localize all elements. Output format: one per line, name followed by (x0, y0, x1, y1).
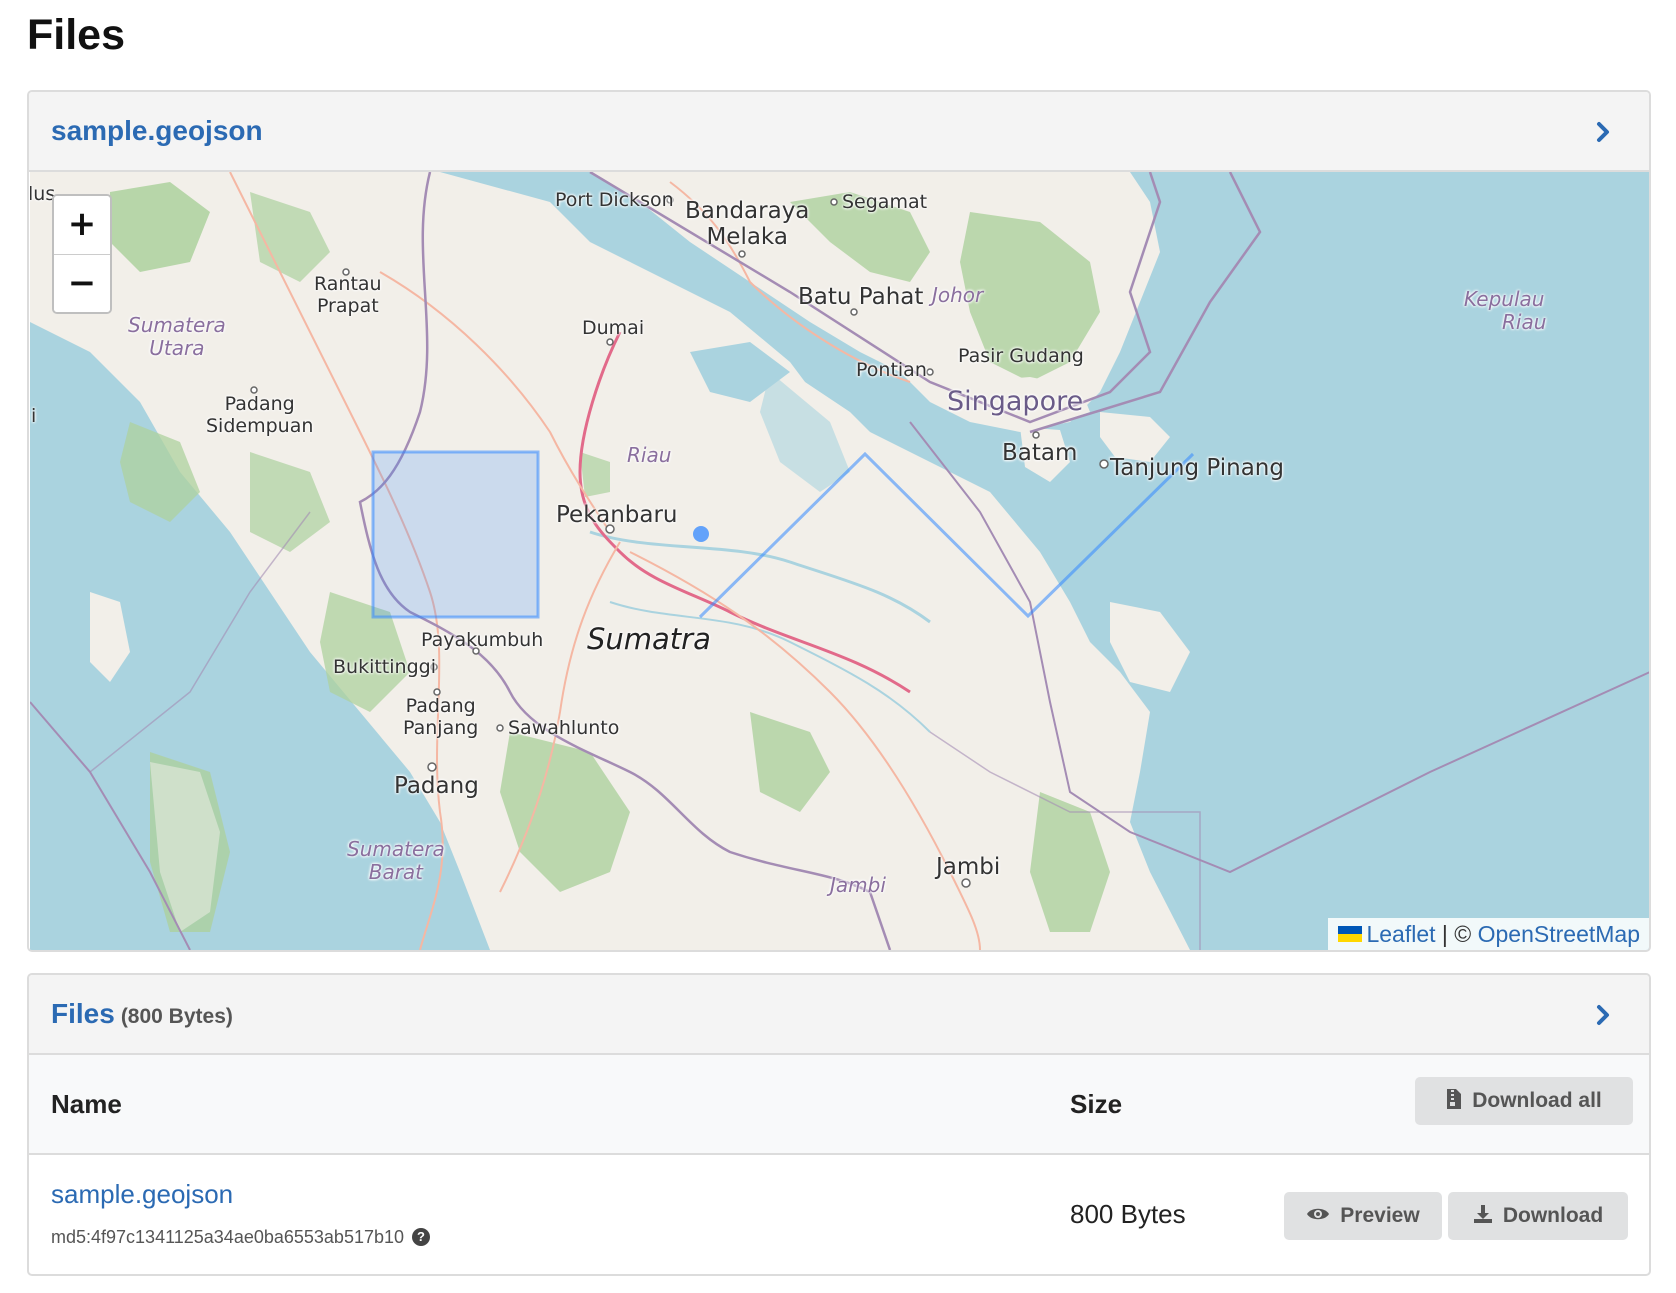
map-label-sumatera-barat: Sumatera Barat (347, 838, 445, 884)
zoom-control: + − (52, 194, 112, 314)
page-title: Files (27, 11, 125, 59)
files-panel-title[interactable]: Files (800 Bytes) (51, 997, 233, 1034)
map-label-padang-sid-2: Sidempuan (206, 414, 314, 437)
question-circle-icon[interactable]: ? (412, 1227, 431, 1246)
map-label-padang-panjang-2: Panjang (403, 716, 479, 739)
attribution-copyright: © (1454, 921, 1472, 947)
column-name: Name (51, 1089, 122, 1119)
map-label-pasir-gudang: Pasir Gudang (958, 345, 1084, 367)
download-all-button[interactable]: Download all (1415, 1077, 1633, 1125)
preview-button[interactable]: Preview (1284, 1192, 1442, 1240)
leaflet-link[interactable]: Leaflet (1366, 921, 1435, 947)
map-label-sumatra: Sumatra (587, 622, 711, 656)
map-label-segamat: Segamat (842, 191, 928, 213)
download-label: Download (1502, 1204, 1604, 1227)
map-label-jambi-region: Jambi (830, 873, 886, 897)
map-label-melaka: Melaka (706, 224, 788, 251)
file-archive-icon (1447, 1089, 1462, 1110)
map-label-padang-sidempuan: Padang Sidempuan (206, 393, 314, 438)
map-label-rantau: Rantau (314, 273, 382, 295)
files-panel: Files (800 Bytes) Name Size Download all … (27, 973, 1651, 1276)
map-label-batu-pahat: Batu Pahat (798, 284, 924, 310)
map[interactable]: lus i Port Dickson Bandaraya Melaka Sega… (30, 172, 1649, 950)
map-label-bandaraya: Bandaraya (685, 198, 810, 224)
map-label-padang: Padang (394, 773, 479, 799)
file-name-link[interactable]: sample.geojson (51, 1179, 233, 1210)
map-label-riau: Riau (627, 443, 672, 467)
map-label-sumatera-utara-1: Sumatera (128, 313, 226, 337)
map-label-prapat: Prapat (316, 294, 379, 317)
map-label-bukittinggi: Bukittinggi (333, 656, 436, 678)
map-label-tanjung-pinang: Tanjung Pinang (1110, 455, 1284, 481)
map-label-sawahlunto: Sawahlunto (508, 717, 620, 739)
map-label-johor: Johor (932, 283, 984, 307)
map-label-sumatera-barat-1: Sumatera (347, 837, 445, 861)
map-attribution: Leaflet | © OpenStreetMap (1328, 918, 1649, 950)
file-size: 800 Bytes (1070, 1199, 1186, 1229)
map-label-sumatera-utara: Sumatera Utara (128, 314, 226, 360)
download-all-label: Download all (1472, 1089, 1602, 1112)
download-icon (1473, 1205, 1492, 1224)
chevron-right-icon[interactable] (1591, 118, 1615, 146)
checksum-value: md5:4f97c1341125a34ae0ba6553ab517b10 (51, 1227, 405, 1247)
files-total-size: (800 Bytes) (120, 1005, 233, 1028)
files-title: Files (51, 998, 115, 1029)
attribution-separator: | (1441, 921, 1448, 947)
map-label-riau-kep: Riau (1502, 310, 1547, 334)
preview-label: Preview (1340, 1204, 1420, 1227)
preview-file-title[interactable]: sample.geojson (51, 114, 263, 148)
files-table-header: Name Size Download all (29, 1055, 1649, 1155)
column-size: Size (1070, 1089, 1123, 1119)
map-label-kepulauan-riau: Kepulau Riau (1462, 288, 1546, 334)
map-label-bandaraya-melaka: Bandaraya Melaka (685, 198, 809, 251)
map-label-sumatera-barat-2: Barat (368, 860, 424, 884)
zoom-in-button[interactable]: + (54, 196, 110, 254)
map-label-padang-panjang-1: Padang (405, 695, 476, 717)
ukraine-flag-icon (1338, 926, 1363, 943)
map-label-jambi: Jambi (936, 854, 1001, 880)
preview-panel-header[interactable]: sample.geojson (29, 92, 1649, 172)
chevron-right-icon[interactable] (1591, 1001, 1615, 1029)
map-label-batam: Batam (1002, 440, 1078, 466)
map-label-padang-sid-1: Padang (224, 393, 295, 415)
map-label-singapore: Singapore (947, 386, 1084, 417)
eye-icon (1307, 1209, 1330, 1220)
map-label-pontian: Pontian (856, 359, 927, 381)
map-label-kepulau: Kepulau (1463, 287, 1545, 311)
map-label-payakumbuh: Payakumbuh (421, 629, 544, 651)
map-label-dumai: Dumai (582, 317, 645, 339)
zoom-out-button[interactable]: − (54, 254, 110, 312)
map-label-edge: i (31, 405, 37, 427)
map-label-port-dickson: Port Dickson (555, 189, 674, 211)
map-label-pekanbaru: Pekanbaru (556, 502, 678, 528)
map-label-sumatera-utara-2: Utara (149, 336, 205, 360)
files-panel-header[interactable]: Files (800 Bytes) (29, 975, 1649, 1055)
file-checksum: md5:4f97c1341125a34ae0ba6553ab517b10? (51, 1227, 431, 1248)
table-row: sample.geojson md5:4f97c1341125a34ae0ba6… (29, 1157, 1649, 1274)
map-label-rantau-prapat: Rantau Prapat (314, 273, 382, 318)
map-label-padang-panjang: Padang Panjang (403, 695, 479, 740)
preview-panel: sample.geojson lus i Port Dickson Bandar… (27, 90, 1651, 952)
download-button[interactable]: Download (1448, 1192, 1628, 1240)
openstreetmap-link[interactable]: OpenStreetMap (1478, 921, 1640, 947)
